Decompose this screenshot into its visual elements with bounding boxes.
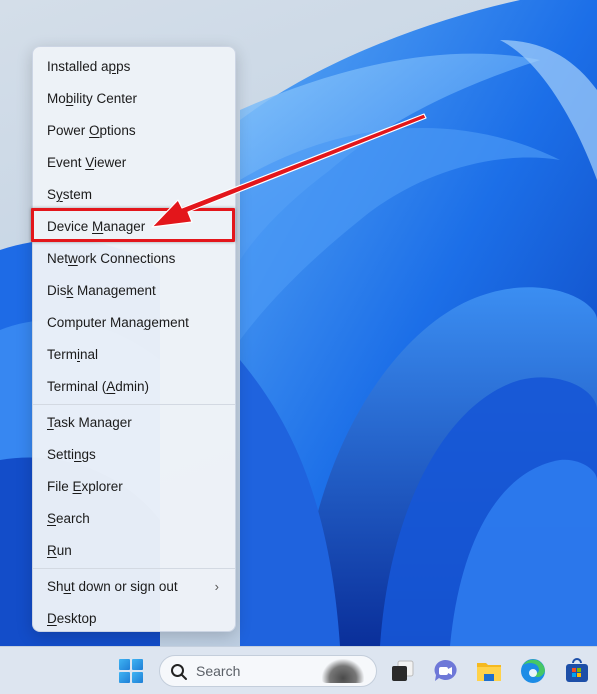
menu-item-label: dmin) [115,379,150,394]
file-explorer-icon[interactable] [475,657,503,685]
menu-item-system[interactable]: System [33,179,235,211]
menu-separator [33,568,235,569]
menu-item-label: gs [81,447,96,462]
access-key: T [47,415,54,430]
chat-icon[interactable] [431,657,459,685]
search-icon [171,664,187,680]
access-key: O [89,123,100,138]
menu-item-label: stem [62,187,93,202]
menu-item-label: Terminal ( [47,379,107,394]
menu-item-disk-management[interactable]: Disk Management [33,275,235,307]
menu-item-settings[interactable]: Settings [33,439,235,471]
menu-item-label: nal [80,347,99,362]
access-key: p [108,59,117,74]
menu-item-label: Dis [47,283,67,298]
access-key: D [47,611,57,626]
menu-item-label: Management [73,283,156,298]
menu-item-label: File [47,479,73,494]
winx-context-menu: Installed apps Mobility Center Power Optio… [32,46,236,632]
menu-item-label: Power [47,123,90,138]
menu-item-terminal[interactable]: Terminal [33,339,235,371]
menu-item-label: ork Connections [77,251,176,266]
menu-item-installed-apps[interactable]: Installed apps [33,51,235,83]
menu-item-label: Term [47,347,77,362]
menu-item-file-explorer[interactable]: File Explorer [33,471,235,503]
menu-item-network-connections[interactable]: Network Connections [33,243,235,275]
task-view-icon[interactable] [389,657,417,685]
menu-separator [33,404,235,405]
menu-item-label: ps [116,59,131,74]
menu-item-label: Computer Mana [47,315,144,330]
menu-item-label: esktop [56,611,97,626]
menu-item-label: ility Center [73,91,138,106]
menu-item-label: ement [151,315,189,330]
menu-item-label: ptions [99,123,136,138]
menu-item-label: earch [56,511,90,526]
menu-item-desktop[interactable]: Desktop [33,603,235,635]
menu-item-power-options[interactable]: Power Options [33,115,235,147]
access-key: M [92,219,104,234]
access-key: A [106,379,116,394]
menu-item-device-manager[interactable]: Device Manager [33,211,235,243]
menu-item-event-viewer[interactable]: Event Viewer [33,147,235,179]
menu-item-run[interactable]: Run [33,535,235,567]
start-icon[interactable] [119,659,143,683]
taskbar: Search [0,646,597,694]
store-icon[interactable] [563,657,591,685]
menu-item-label: S [47,187,57,202]
menu-item-label: iewer [94,155,127,170]
access-key: R [47,543,57,558]
menu-item-task-manager[interactable]: Task Manager [33,407,235,439]
taskbar-search-box[interactable]: Search [159,655,377,687]
menu-item-label: Setti [47,447,75,462]
menu-item-label: Mo [47,91,66,106]
menu-item-label: Event [47,155,86,170]
edge-icon[interactable] [519,657,547,685]
menu-item-computer-management[interactable]: Computer Management [33,307,235,339]
menu-item-label: Installed a [47,59,109,74]
menu-item-shut-down-or-sign-out[interactable]: Shut down or sign out › [33,571,235,603]
chevron-right-icon: › [214,579,219,594]
menu-item-terminal-admin[interactable]: Terminal (Admin) [33,371,235,403]
access-key: w [68,251,78,266]
menu-item-label: t down or sign out [71,579,178,594]
access-key: V [85,155,95,170]
menu-item-search[interactable]: Search [33,503,235,535]
access-key: n [74,447,82,462]
access-key: E [72,479,82,494]
access-key: S [47,511,57,526]
menu-item-label: Net [47,251,69,266]
menu-item-label: anager [103,219,146,234]
menu-item-label: Device [47,219,93,234]
menu-item-mobility-center[interactable]: Mobility Center [33,83,235,115]
menu-item-label: Sh [47,579,64,594]
menu-item-label: xplorer [81,479,123,494]
access-key: y [56,187,63,202]
access-key: u [63,579,72,594]
menu-item-label: un [56,543,72,558]
search-highlight-image [322,659,364,683]
menu-item-label: ask Manager [53,415,132,430]
search-placeholder: Search [196,663,241,679]
